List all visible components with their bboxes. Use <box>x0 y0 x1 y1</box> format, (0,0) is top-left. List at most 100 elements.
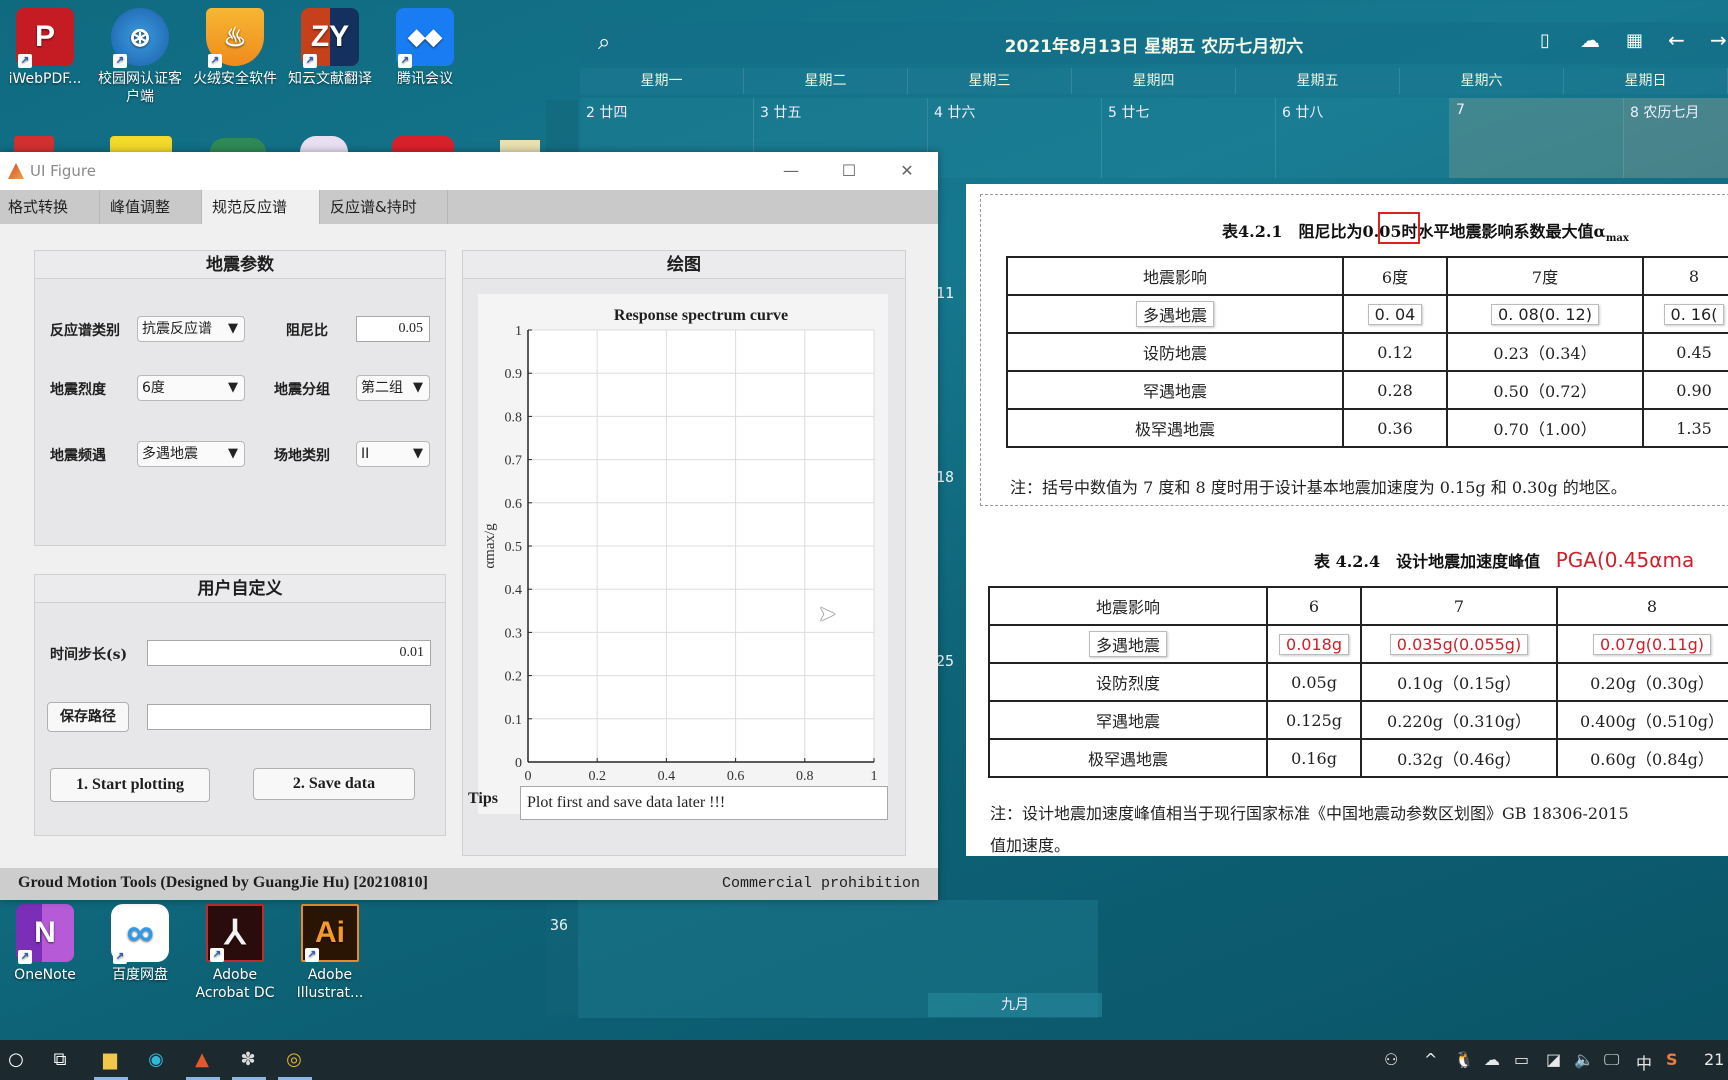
ime-indicator[interactable]: 中 <box>1636 1050 1652 1074</box>
desktop-icon-zhiyun[interactable]: ZY ↗ 知云文献翻译 <box>285 8 375 88</box>
table2-note: 注：设计地震加速度峰值相当于现行国家标准《中国地震动参数区划图》GB 18306… <box>990 804 1629 823</box>
battery-icon[interactable]: ▭ <box>1514 1050 1529 1069</box>
table-header-row: 地震影响 6度 7度 8 <box>1006 256 1728 296</box>
tab-bar: 格式转换 峰值调整 规范反应谱 反应谱&持时 <box>0 190 938 224</box>
damping-input[interactable]: 0.05 <box>356 316 430 342</box>
sogou-icon[interactable]: S <box>1666 1050 1678 1069</box>
damping-label: 阻尼比 <box>286 323 328 339</box>
desktop-icon-campus-network[interactable]: ⊛ ↗ 校园网认证客户端 <box>95 8 185 106</box>
display-sync-icon[interactable]: ◪ <box>1546 1050 1561 1069</box>
table-row: 极罕遇地震 0.16g 0.32g（0.46g） 0.60g（0.84g） <box>988 738 1728 778</box>
minimize-button[interactable]: — <box>764 152 818 190</box>
maximize-button[interactable]: ☐ <box>822 152 876 190</box>
frequency-label: 地震频遇 <box>50 448 106 464</box>
forward-arrow-icon[interactable]: → <box>1710 28 1727 52</box>
volume-icon[interactable]: 🔈 <box>1574 1050 1594 1069</box>
desktop-icon-red-partial <box>392 136 454 152</box>
table-row: 罕遇地震 0.28 0.50（0.72） 0.90 <box>1006 370 1728 410</box>
intensity-dropdown[interactable]: 6度 ▼ <box>137 375 245 401</box>
desktop-icon-illustrator[interactable]: Ai ↗ Adobe Illustrat... <box>285 904 375 1002</box>
week-number: 18 <box>936 468 955 486</box>
save-data-button[interactable]: 2. Save data <box>253 768 415 800</box>
calendar-icon[interactable]: ▦ <box>1626 30 1643 51</box>
y-tick-label: 0.2 <box>505 670 523 685</box>
save-path-button[interactable]: 保存路径 <box>47 702 129 732</box>
calendar-weekdays: 星期一 星期二 星期三 星期四 星期五 星期六 星期日 <box>580 68 1728 94</box>
table1: 地震影响 6度 7度 8 多遇地震 0. 04 0. 08(0. 12) 0. … <box>1006 256 1728 448</box>
calendar-day-cell[interactable]: 6 廿八 <box>1276 98 1450 178</box>
y-tick-label: 0.3 <box>505 626 523 641</box>
shortcut-arrow-icon: ↗ <box>210 948 224 962</box>
site-class-label: 场地类别 <box>274 448 330 464</box>
timestep-input[interactable]: 0.01 <box>147 640 431 666</box>
tencent-meeting-icon: ◆◆ ↗ <box>396 8 454 68</box>
y-tick-label: 0.5 <box>505 540 523 555</box>
edge-icon[interactable]: ◉ <box>144 1048 168 1072</box>
weekday-label: 星期六 <box>1400 68 1564 94</box>
y-tick-label: 0.4 <box>505 583 523 598</box>
calendar-day-cell[interactable]: 7 <box>1450 98 1624 178</box>
phone-icon[interactable]: ▯ <box>1540 30 1550 51</box>
month-tab[interactable]: 九月 <box>928 993 1102 1017</box>
chrome-icon[interactable]: ◎ <box>282 1048 306 1072</box>
spectrum-type-dropdown[interactable]: 抗震反应谱 ▼ <box>137 316 245 342</box>
table2: 地震影响 6 7 8 多遇地震 0.018g 0.035g(0.055g) 0.… <box>988 586 1728 778</box>
x-tick-label: 1 <box>871 769 878 784</box>
tab-peak-adjust[interactable]: 峰值调整 <box>100 190 202 224</box>
desktop-icon-onenote[interactable]: N ↗ OneNote <box>0 904 90 984</box>
matlab-taskbar-icon[interactable]: ▲ <box>190 1048 214 1072</box>
qq-icon[interactable]: 🐧 <box>1454 1050 1474 1069</box>
tips-field[interactable]: Plot first and save data later !!! <box>520 786 888 820</box>
status-bar: Groud Motion Tools (Designed by GuangJie… <box>0 868 938 900</box>
status-credit: Groud Motion Tools (Designed by GuangJie… <box>18 874 428 891</box>
clock[interactable]: 21 <box>1704 1050 1724 1069</box>
desktop-icon-label: 火绒安全软件 <box>193 71 277 87</box>
desktop-icon-notes-partial <box>110 136 172 152</box>
desktop-icon-tencent-meeting[interactable]: ◆◆ ↗ 腾讯会议 <box>380 8 470 88</box>
tree-app-icon[interactable]: ✽ <box>236 1048 260 1072</box>
tips-label: Tips <box>468 790 498 807</box>
network-icon[interactable]: 🖵 <box>1604 1050 1619 1070</box>
shortcut-arrow-icon: ↗ <box>305 948 319 962</box>
desktop-icon-green-partial <box>210 138 266 152</box>
dropdown-arrow-icon: ▼ <box>228 446 238 461</box>
calendar-day-cell[interactable]: 8 农历七月 <box>1624 98 1728 178</box>
group-dropdown[interactable]: 第二组 ▼ <box>356 375 430 401</box>
ui-figure-window: UI Figure — ☐ ✕ 格式转换 峰值调整 规范反应谱 反应谱&持时 地… <box>0 152 938 900</box>
save-path-input[interactable] <box>147 704 431 730</box>
frequency-dropdown[interactable]: 多遇地震 ▼ <box>137 441 245 467</box>
calendar-day-cell[interactable]: 4 廿六 <box>928 98 1102 178</box>
response-spectrum-chart: 0 0.2 0.4 0.6 0.8 1 0 0.1 0.2 0.3 0.4 0.5 0.6 0.7 0.8 0… <box>482 307 878 808</box>
weekday-label: 星期四 <box>1072 68 1236 94</box>
file-explorer-icon[interactable]: ▆ <box>98 1048 122 1072</box>
tray-expand-icon[interactable]: ^ <box>1424 1050 1437 1069</box>
tab-format-convert[interactable]: 格式转换 <box>0 190 100 224</box>
desktop-icon-baidu-netdisk[interactable]: ∞ ↗ 百度网盘 <box>95 904 185 984</box>
weekday-label: 星期三 <box>908 68 1072 94</box>
people-icon[interactable]: ⚇ <box>1384 1050 1398 1069</box>
week-number: 25 <box>936 652 955 670</box>
table-row: 罕遇地震 0.125g 0.220g（0.310g） 0.400g（0.510g… <box>988 700 1728 740</box>
desktop-icon-huorong[interactable]: ♨ ↗ 火绒安全软件 <box>190 8 280 88</box>
table2-note-cont: 值加速度。 <box>990 836 1071 855</box>
desktop-icon-iwebpdf[interactable]: P ↗ iWebPDF... <box>0 8 90 88</box>
close-button[interactable]: ✕ <box>880 152 934 190</box>
y-tick-label: 0.6 <box>505 497 523 512</box>
onedrive-icon[interactable]: ☁ <box>1484 1050 1500 1069</box>
huorong-shield-icon: ♨ ↗ <box>206 8 264 68</box>
shortcut-arrow-icon: ↗ <box>303 54 317 68</box>
calendar-header: ⌕ 2021年8月13日 星期五 农历七月初六 ▯ ☁ ▦ ← → <box>580 22 1728 64</box>
site-class-dropdown[interactable]: II ▼ <box>356 441 430 467</box>
start-search-icon[interactable]: ○ <box>4 1048 28 1072</box>
start-plotting-button[interactable]: 1. Start plotting <box>50 768 210 802</box>
calendar-day-cell[interactable]: 5 廿七 <box>1102 98 1276 178</box>
back-arrow-icon[interactable]: ← <box>1668 28 1685 52</box>
desktop-icon-acrobat[interactable]: ⅄ ↗ Adobe Acrobat DC <box>190 904 280 1002</box>
tab-code-spectrum[interactable]: 规范反应谱 <box>202 190 320 224</box>
window-titlebar[interactable]: UI Figure — ☐ ✕ <box>0 152 938 190</box>
desktop-icon-label: iWebPDF... <box>8 71 82 87</box>
table-row: 设防烈度 0.05g 0.10g（0.15g） 0.20g（0.30g） <box>988 662 1728 702</box>
cloud-icon[interactable]: ☁ <box>1580 28 1600 52</box>
task-view-icon[interactable]: ⧉ <box>48 1048 72 1072</box>
tab-spectrum-duration[interactable]: 反应谱&持时 <box>320 190 448 224</box>
